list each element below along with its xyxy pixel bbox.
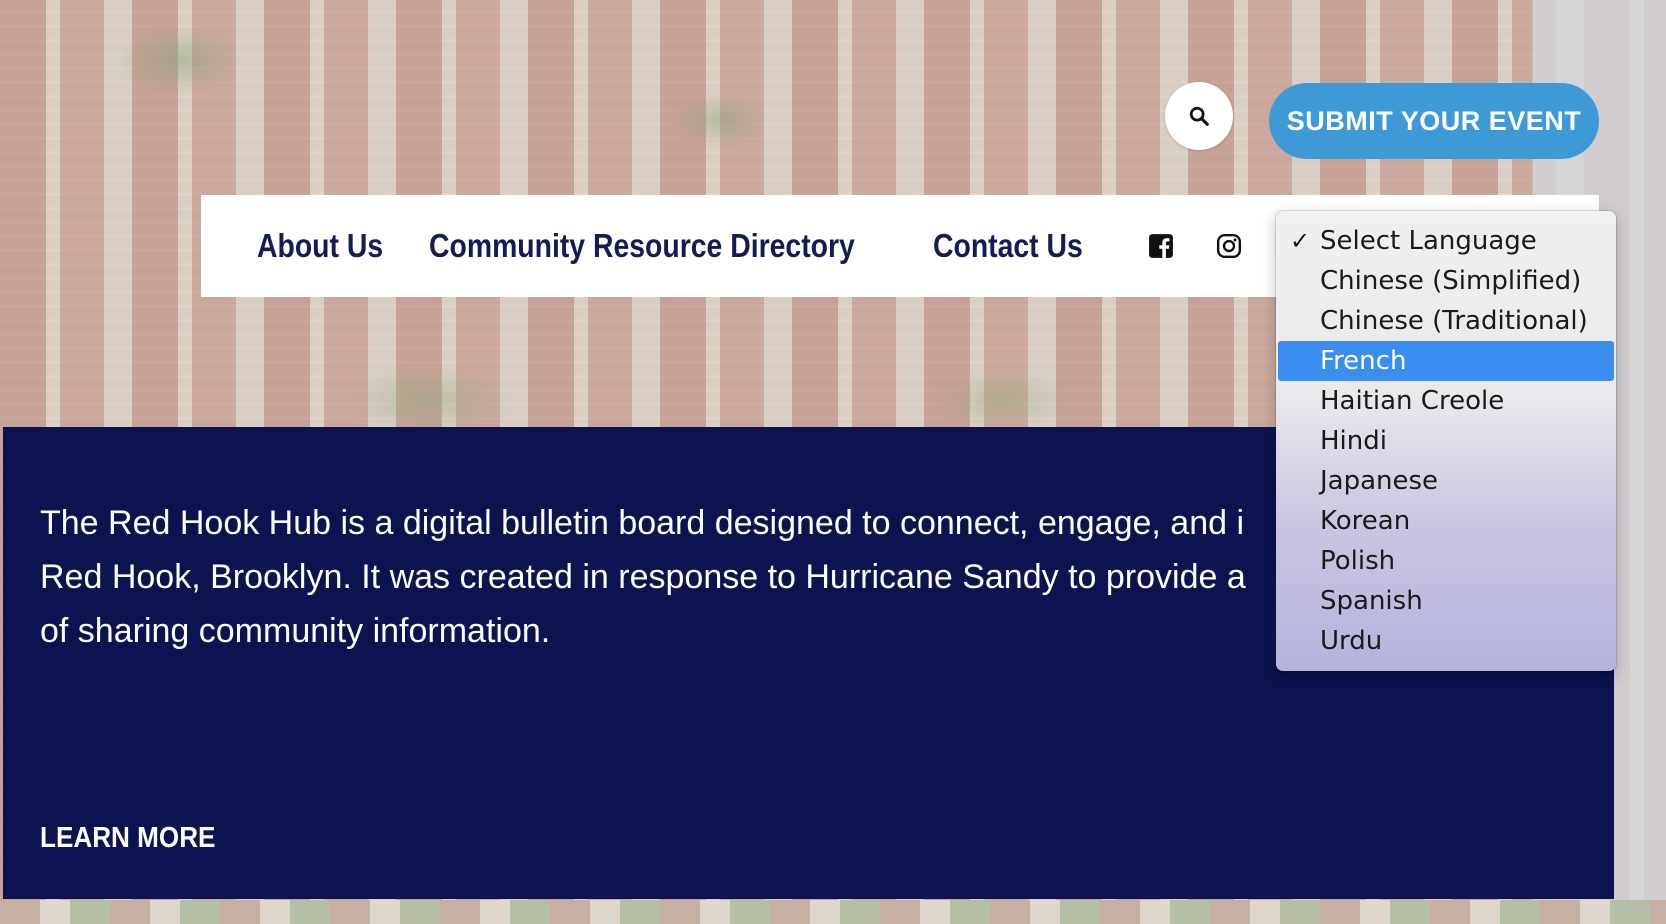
language-option-urdu[interactable]: Urdu [1278,621,1614,661]
language-option-polish[interactable]: Polish [1278,541,1614,581]
nav-contact-us[interactable]: Contact Us [933,225,1083,267]
language-option-label: Polish [1320,546,1396,576]
language-option-label: Chinese (Simplified) [1320,266,1582,296]
language-option-label: French [1320,346,1407,376]
language-option-chinese-traditional[interactable]: Chinese (Traditional) [1278,301,1614,341]
instagram-icon [1216,233,1242,259]
language-option-select-language[interactable]: ✓ Select Language [1278,221,1614,261]
language-option-french[interactable]: French [1278,341,1614,381]
language-option-haitian-creole[interactable]: Haitian Creole [1278,381,1614,421]
language-dropdown-menu: ✓ Select Language Chinese (Simplified) C… [1276,211,1616,671]
search-icon [1189,106,1209,126]
language-option-chinese-simplified[interactable]: Chinese (Simplified) [1278,261,1614,301]
facebook-link[interactable] [1146,231,1176,261]
language-option-label: Hindi [1320,426,1387,456]
search-button[interactable] [1165,82,1233,150]
language-option-label: Chinese (Traditional) [1320,306,1588,336]
language-option-label: Japanese [1320,466,1439,496]
facebook-icon [1149,234,1173,258]
background-strip [0,900,1666,924]
language-option-hindi[interactable]: Hindi [1278,421,1614,461]
nav-community-resource-directory[interactable]: Community Resource Directory [429,225,855,267]
language-option-label: Korean [1320,506,1411,536]
learn-more-link[interactable]: LEARN MORE [40,822,215,855]
language-option-korean[interactable]: Korean [1278,501,1614,541]
language-option-japanese[interactable]: Japanese [1278,461,1614,501]
language-option-label: Select Language [1320,226,1537,256]
language-option-label: Urdu [1320,626,1383,656]
checkmark-icon: ✓ [1290,227,1311,255]
language-option-label: Haitian Creole [1320,386,1505,416]
language-option-spanish[interactable]: Spanish [1278,581,1614,621]
nav-about-us[interactable]: About Us [257,225,383,267]
instagram-link[interactable] [1214,231,1244,261]
language-option-label: Spanish [1320,586,1423,616]
submit-event-button[interactable]: SUBMIT YOUR EVENT [1269,83,1599,159]
